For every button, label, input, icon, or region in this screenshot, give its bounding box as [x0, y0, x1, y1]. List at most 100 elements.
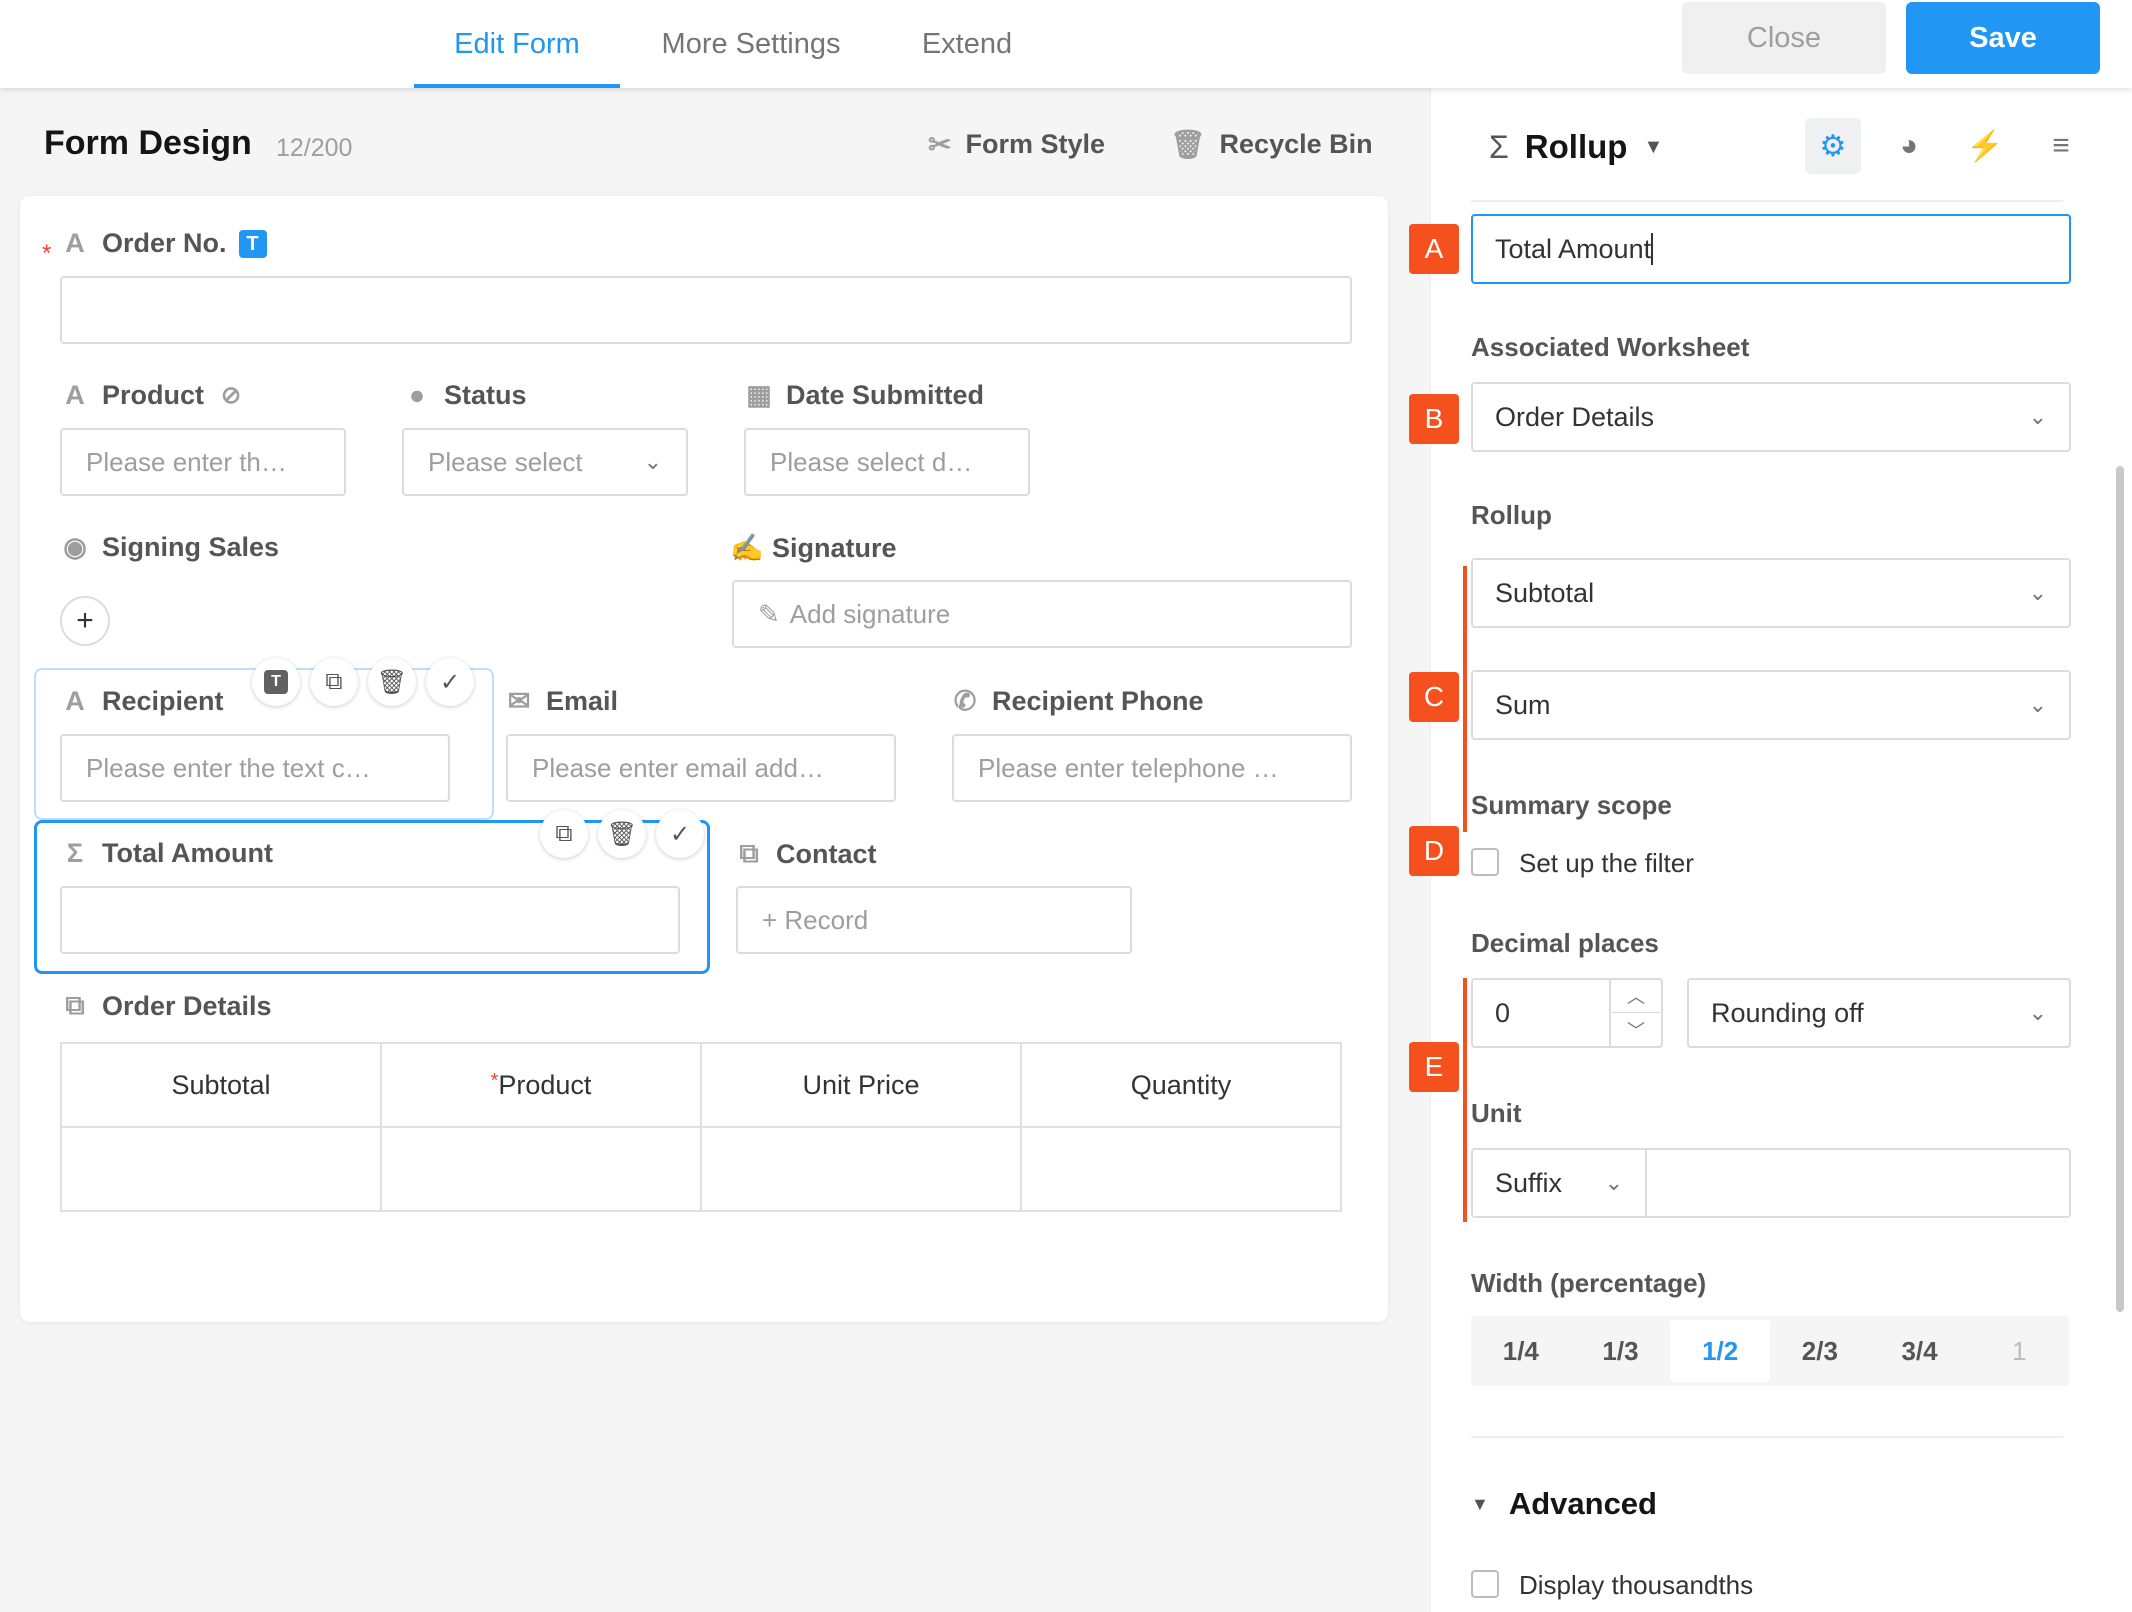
product-input[interactable]: Please enter th… — [60, 428, 346, 496]
change-type-button[interactable]: T — [252, 658, 300, 706]
form-style-button[interactable]: ✂ Form Style — [928, 128, 1105, 161]
confirm-field-button[interactable]: ✓ — [426, 658, 474, 706]
advanced-label: Advanced — [1508, 1486, 1657, 1521]
status-select[interactable]: Please select ⌄ — [402, 428, 688, 496]
sort-lines-icon[interactable]: ≡ — [2033, 118, 2089, 174]
email-input[interactable]: Please enter email add… — [506, 734, 896, 802]
unit-input[interactable] — [1645, 1148, 2071, 1218]
required-marker: * — [42, 240, 52, 267]
table-cell[interactable] — [1020, 1126, 1342, 1212]
filter-checkbox[interactable] — [1471, 848, 1499, 876]
field-signing-sales-label: ◉ Signing Sales — [60, 532, 279, 563]
order-no-label: Order No. — [102, 228, 227, 258]
field-date-label: ▦ Date Submitted — [744, 380, 984, 411]
decimal-places-input[interactable]: 0 — [1471, 978, 1611, 1048]
field-name-input[interactable]: Total Amount — [1471, 214, 2071, 284]
chevron-up-icon[interactable]: ︿ — [1611, 980, 1661, 1013]
product-placeholder: Please enter th… — [86, 446, 287, 477]
date-submitted-input[interactable]: Please select d… — [744, 428, 1030, 496]
recipient-input[interactable]: Please enter the text c… — [60, 734, 450, 802]
phone-icon: ✆ — [953, 686, 977, 716]
sigma-icon: Σ — [1489, 128, 1509, 165]
thousandths-checkbox[interactable] — [1471, 1570, 1499, 1598]
relation-icon: ⧉ — [65, 990, 85, 1020]
field-email-label: ✉ Email — [504, 686, 618, 717]
chevron-down-icon: ⌄ — [2028, 1000, 2047, 1025]
copy-field-button[interactable]: ⧉ — [310, 658, 358, 706]
order-no-input[interactable] — [60, 276, 1352, 344]
table-cell[interactable] — [700, 1126, 1022, 1212]
total-amount-input[interactable] — [60, 886, 680, 954]
trash-icon: 🗑 — [606, 820, 638, 848]
add-member-button[interactable]: + — [60, 596, 110, 646]
field-name-value: Total Amount — [1495, 233, 1652, 264]
rollup-field-value: Subtotal — [1495, 577, 1595, 608]
filter-checkbox-label[interactable]: Set up the filter — [1519, 848, 1694, 879]
order-details-label: Order Details — [102, 990, 272, 1021]
close-button[interactable]: Close — [1682, 2, 1886, 74]
signing-sales-label: Signing Sales — [102, 532, 280, 562]
unit-label: Unit — [1471, 1098, 1522, 1128]
advanced-section-toggle[interactable]: ▼ Advanced — [1471, 1486, 1657, 1522]
thousandths-checkbox-label[interactable]: Display thousandths — [1519, 1570, 1753, 1601]
rollup-label: Rollup — [1471, 500, 1552, 530]
marker-d: D — [1409, 826, 1459, 876]
summary-scope-label: Summary scope — [1471, 790, 1672, 820]
signature-input[interactable]: ✎ Add signature — [732, 580, 1352, 648]
width-option[interactable]: 2/3 — [1770, 1320, 1870, 1382]
unit-position-select[interactable]: Suffix ⌄ — [1471, 1148, 1647, 1218]
email-label: Email — [546, 686, 619, 716]
copy-icon: ⧉ — [325, 668, 343, 695]
status-label: Status — [444, 380, 527, 410]
email-placeholder: Please enter email add… — [532, 752, 824, 783]
rounding-value: Rounding off — [1711, 997, 1864, 1028]
confirm-field-button[interactable]: ✓ — [656, 810, 704, 858]
text-type-icon: A — [65, 228, 85, 258]
associated-worksheet-label: Associated Worksheet — [1471, 332, 1750, 362]
chevron-down-icon: ⌄ — [2028, 692, 2047, 717]
tab-more-settings[interactable]: More Settings — [640, 0, 862, 88]
text-type-icon: A — [65, 686, 85, 716]
panel-scrollbar[interactable] — [2116, 466, 2124, 1312]
tab-extend[interactable]: Extend — [892, 0, 1042, 88]
contact-add-record[interactable]: + Record — [736, 886, 1132, 954]
decimal-stepper[interactable]: ︿ ﹀ — [1611, 978, 1663, 1048]
recycle-bin-button[interactable]: 🗑 Recycle Bin — [1170, 128, 1373, 161]
pen-icon: ✎ — [758, 598, 780, 629]
width-option[interactable]: 3/4 — [1870, 1320, 1970, 1382]
width-option[interactable]: 1/3 — [1571, 1320, 1671, 1382]
rounding-select[interactable]: Rounding off ⌄ — [1687, 978, 2071, 1048]
top-bar: Edit Form More Settings Extend Close Sav… — [0, 0, 2132, 88]
panel-title: Rollup — [1524, 128, 1628, 165]
recycle-bin-label: Recycle Bin — [1219, 129, 1373, 159]
lightning-icon[interactable]: ⚡ — [1957, 118, 2013, 174]
text-type-icon: A — [65, 380, 85, 410]
width-option-selected[interactable]: 1/2 — [1670, 1320, 1771, 1382]
width-option-disabled: 1 — [2011, 1335, 2027, 1366]
table-cell[interactable] — [60, 1126, 382, 1212]
palette-icon[interactable]: ◕ — [1881, 118, 1937, 174]
field-type-selector[interactable]: Σ Rollup ▼ — [1489, 128, 1663, 166]
rollup-field-select[interactable]: Subtotal ⌄ — [1471, 558, 2071, 628]
field-total-amount-label: Σ Total Amount — [60, 838, 273, 869]
field-contact-label: ⧉ Contact — [734, 838, 877, 870]
table-cell[interactable] — [380, 1126, 702, 1212]
chevron-down-icon[interactable]: ﹀ — [1611, 1013, 1661, 1046]
relation-icon: ⧉ — [739, 838, 759, 868]
divider — [1471, 1436, 2063, 1438]
delete-field-button[interactable]: 🗑 — [598, 810, 646, 858]
contact-label: Contact — [776, 838, 877, 869]
field-recipient-label: A Recipient — [60, 686, 223, 717]
tab-edit-form[interactable]: Edit Form — [414, 0, 620, 88]
rollup-method-select[interactable]: Sum ⌄ — [1471, 670, 2071, 740]
save-button[interactable]: Save — [1906, 2, 2100, 74]
worksheet-select[interactable]: Order Details ⌄ — [1471, 382, 2071, 452]
column-header: Subtotal — [60, 1042, 382, 1128]
text-cursor — [1651, 233, 1654, 265]
width-option[interactable]: 1/4 — [1471, 1320, 1571, 1382]
delete-field-button[interactable]: 🗑 — [368, 658, 416, 706]
settings-gear-icon[interactable]: ⚙ — [1805, 118, 1861, 174]
field-product-label: A Product ⊘ — [60, 380, 246, 411]
copy-field-button[interactable]: ⧉ — [540, 810, 588, 858]
recipient-phone-input[interactable]: Please enter telephone … — [952, 734, 1352, 802]
